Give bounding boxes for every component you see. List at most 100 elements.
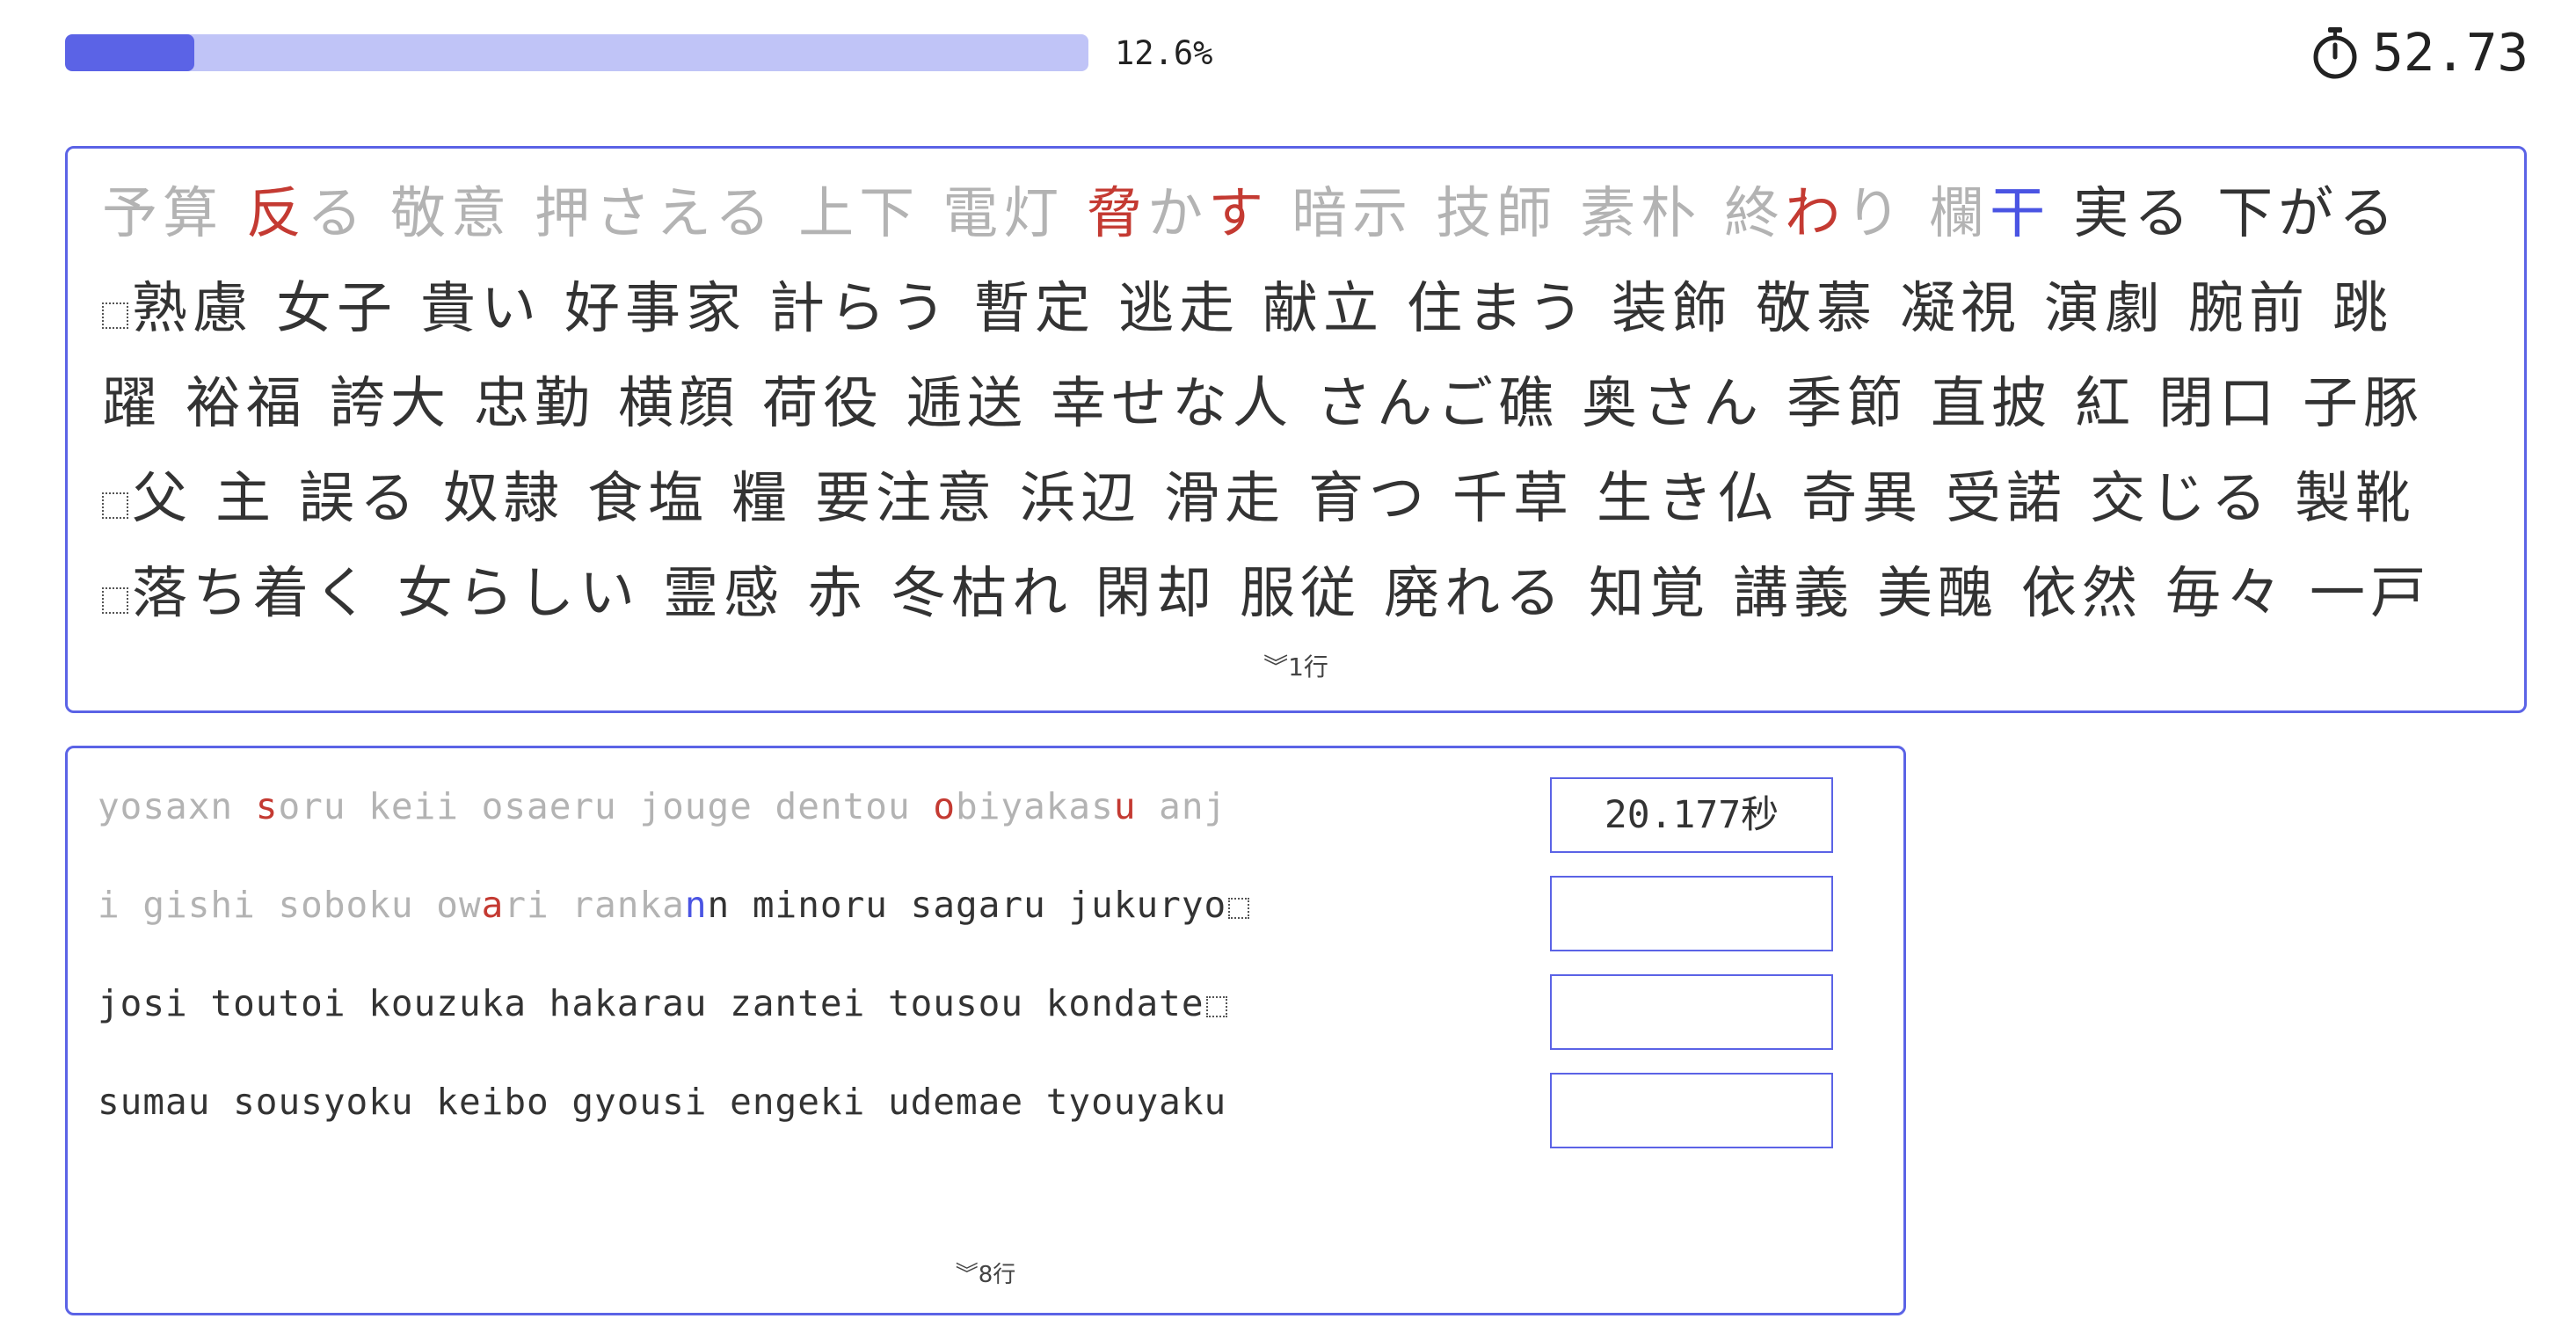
romaji-segment: ri ranka bbox=[504, 884, 685, 926]
kanji-word: 講義 bbox=[1733, 561, 1854, 625]
romaji-input-panel: yosaxn soru keii osaeru jouge dentou obi… bbox=[65, 746, 1906, 1315]
kanji-word: 女子 bbox=[276, 276, 397, 340]
kanji-word: 交じる bbox=[2090, 466, 2272, 530]
kanji-word-segment: 依然 bbox=[2021, 561, 2143, 625]
kanji-word-segment: 閑却 bbox=[1095, 561, 1217, 625]
romaji-segment: biyakas bbox=[956, 785, 1114, 827]
kanji-word: 素朴 bbox=[1580, 181, 1701, 245]
kanji-more-lines-indicator[interactable]: ︾1行 bbox=[68, 648, 2524, 683]
kanji-word-segment: り bbox=[1845, 181, 1907, 245]
kanji-word: 子豚 bbox=[2303, 371, 2424, 435]
kanji-word-segment: 腕前 bbox=[2188, 276, 2310, 340]
kanji-word-segment: 欄 bbox=[1929, 181, 1990, 245]
kanji-word: 技師 bbox=[1436, 181, 1557, 245]
kanji-word: さんご礁 bbox=[1316, 371, 1559, 435]
kanji-word: 横顔 bbox=[618, 371, 739, 435]
kanji-word-segment: す bbox=[1208, 181, 1270, 245]
kanji-word: 脅かす bbox=[1087, 181, 1269, 245]
romaji-segment: anj bbox=[1136, 785, 1227, 827]
kanji-word-segment: 実る bbox=[2073, 181, 2195, 245]
romaji-segment: sumau sousyoku keibo gyousi engeki udema… bbox=[98, 1081, 1227, 1123]
kanji-word-segment: 演劇 bbox=[2044, 276, 2165, 340]
kanji-word-segment: る bbox=[307, 181, 367, 245]
kanji-word: 暫定 bbox=[974, 276, 1095, 340]
kanji-line: 父主誤る 奴隷 食塩糧要注意 浜辺 滑走 育つ 千草 生き仏 奇異 受諾 交じる 製靴 bbox=[102, 451, 2416, 546]
kanji-word: 閑却 bbox=[1095, 561, 1217, 625]
kanji-word: 千草 bbox=[1452, 466, 1574, 530]
line-break-marker bbox=[102, 587, 128, 614]
kanji-word-segment: 一戸 bbox=[2310, 561, 2431, 625]
line-break-marker bbox=[102, 492, 128, 519]
kanji-word: 一戸 bbox=[2310, 561, 2431, 625]
kanji-word: 凝視 bbox=[1900, 276, 2021, 340]
kanji-word: 閉口 bbox=[2158, 371, 2280, 435]
kanji-word-segment: さんご礁 bbox=[1316, 371, 1559, 435]
kanji-word: 腕前 bbox=[2188, 276, 2310, 340]
kanji-word: 荷役 bbox=[762, 371, 884, 435]
kanji-word: 装飾 bbox=[1612, 276, 1733, 340]
kanji-word: 電灯 bbox=[942, 181, 1064, 245]
kanji-word: 誤る bbox=[299, 466, 420, 530]
line-time-box bbox=[1550, 974, 1833, 1050]
kanji-word-segment: 電灯 bbox=[942, 181, 1065, 245]
kanji-word: 食塩 bbox=[587, 466, 709, 530]
romaji-line: josi toutoi kouzuka hakarau zantei touso… bbox=[98, 977, 1231, 1030]
romaji-segment: yosaxn bbox=[98, 785, 256, 827]
kanji-word: 忠勤 bbox=[474, 371, 595, 435]
kanji-word-segment: 奇異 bbox=[1801, 466, 1923, 530]
kanji-word: 育つ bbox=[1308, 466, 1430, 530]
kanji-line: 熟慮 女子 貴い 好事家 計らう 暫定 逃走 献立 住まう 装飾 敬慕 凝視 演劇 腕前跳 bbox=[102, 261, 2393, 356]
romaji-segment: u bbox=[1113, 785, 1137, 827]
line-time-box bbox=[1550, 1073, 1833, 1148]
kanji-word-segment: 敬意 bbox=[390, 181, 512, 245]
kanji-word-segment: 貴い bbox=[420, 276, 542, 340]
kanji-word-segment: 反 bbox=[246, 181, 307, 245]
kanji-word-segment: 霊感 bbox=[663, 561, 784, 625]
kanji-word: 直披 bbox=[1931, 371, 2052, 435]
romaji-segment: s bbox=[255, 785, 279, 827]
kanji-word-segment: 知覚 bbox=[1589, 561, 1710, 625]
romaji-segment: oru keii osaeru jouge dentou bbox=[278, 785, 934, 827]
kanji-word-segment: 裕福 bbox=[186, 371, 307, 435]
kanji-word: 住まう bbox=[1407, 276, 1589, 340]
progress-percent: 12.6% bbox=[1115, 34, 1213, 72]
kanji-word: 季節 bbox=[1786, 371, 1908, 435]
line-time-box bbox=[1550, 876, 1833, 951]
kanji-word-segment: 服従 bbox=[1240, 561, 1361, 625]
kanji-word-segment: 躍 bbox=[102, 371, 163, 435]
kanji-word: 浜辺 bbox=[1020, 466, 1141, 530]
kanji-word-segment: 奥さん bbox=[1582, 371, 1764, 435]
kanji-word: 製靴 bbox=[2295, 466, 2416, 530]
kanji-word: 美醜 bbox=[1877, 561, 1998, 625]
kanji-word: 欄干 bbox=[1929, 181, 2050, 245]
kanji-word: 敬意 bbox=[390, 181, 512, 245]
romaji-segment: n bbox=[684, 884, 708, 926]
kanji-word: 生き仏 bbox=[1597, 466, 1779, 530]
kanji-word-segment: 敬慕 bbox=[1756, 276, 1877, 340]
kanji-word-segment: 装飾 bbox=[1612, 276, 1733, 340]
kanji-word-segment: 終 bbox=[1724, 181, 1786, 245]
kanji-word: 予算 bbox=[102, 181, 223, 245]
kanji-word-segment: 赤 bbox=[807, 561, 868, 625]
kanji-word-segment: 跳 bbox=[2332, 276, 2393, 340]
romaji-segment: n minoru sagaru jukuryo bbox=[707, 884, 1227, 926]
romaji-more-lines-indicator[interactable]: ︾8行 bbox=[68, 1257, 1903, 1289]
kanji-word: 滑走 bbox=[1164, 466, 1285, 530]
romaji-segment: i gishi soboku ow bbox=[98, 884, 482, 926]
kanji-word-segment: 子豚 bbox=[2303, 371, 2424, 435]
kanji-word-segment: 忠勤 bbox=[474, 371, 595, 435]
kanji-word-segment: 誇大 bbox=[330, 371, 451, 435]
kanji-word: 服従 bbox=[1240, 561, 1361, 625]
kanji-word-segment: 好事家 bbox=[564, 276, 746, 340]
kanji-word-segment: 毎々 bbox=[2165, 561, 2287, 625]
kanji-word: 上下 bbox=[798, 181, 920, 245]
kanji-word-segment: 育つ bbox=[1308, 466, 1430, 530]
kanji-word-segment: 食塩 bbox=[587, 466, 709, 530]
kanji-word: 父 bbox=[132, 466, 193, 530]
stopwatch-icon bbox=[2310, 26, 2360, 80]
kanji-word-segment: 紅 bbox=[2075, 371, 2136, 435]
progress-bar bbox=[65, 34, 1088, 71]
romaji-segment: o bbox=[933, 785, 957, 827]
kanji-word-segment: 主 bbox=[215, 466, 276, 530]
kanji-word: 赤 bbox=[807, 561, 868, 625]
